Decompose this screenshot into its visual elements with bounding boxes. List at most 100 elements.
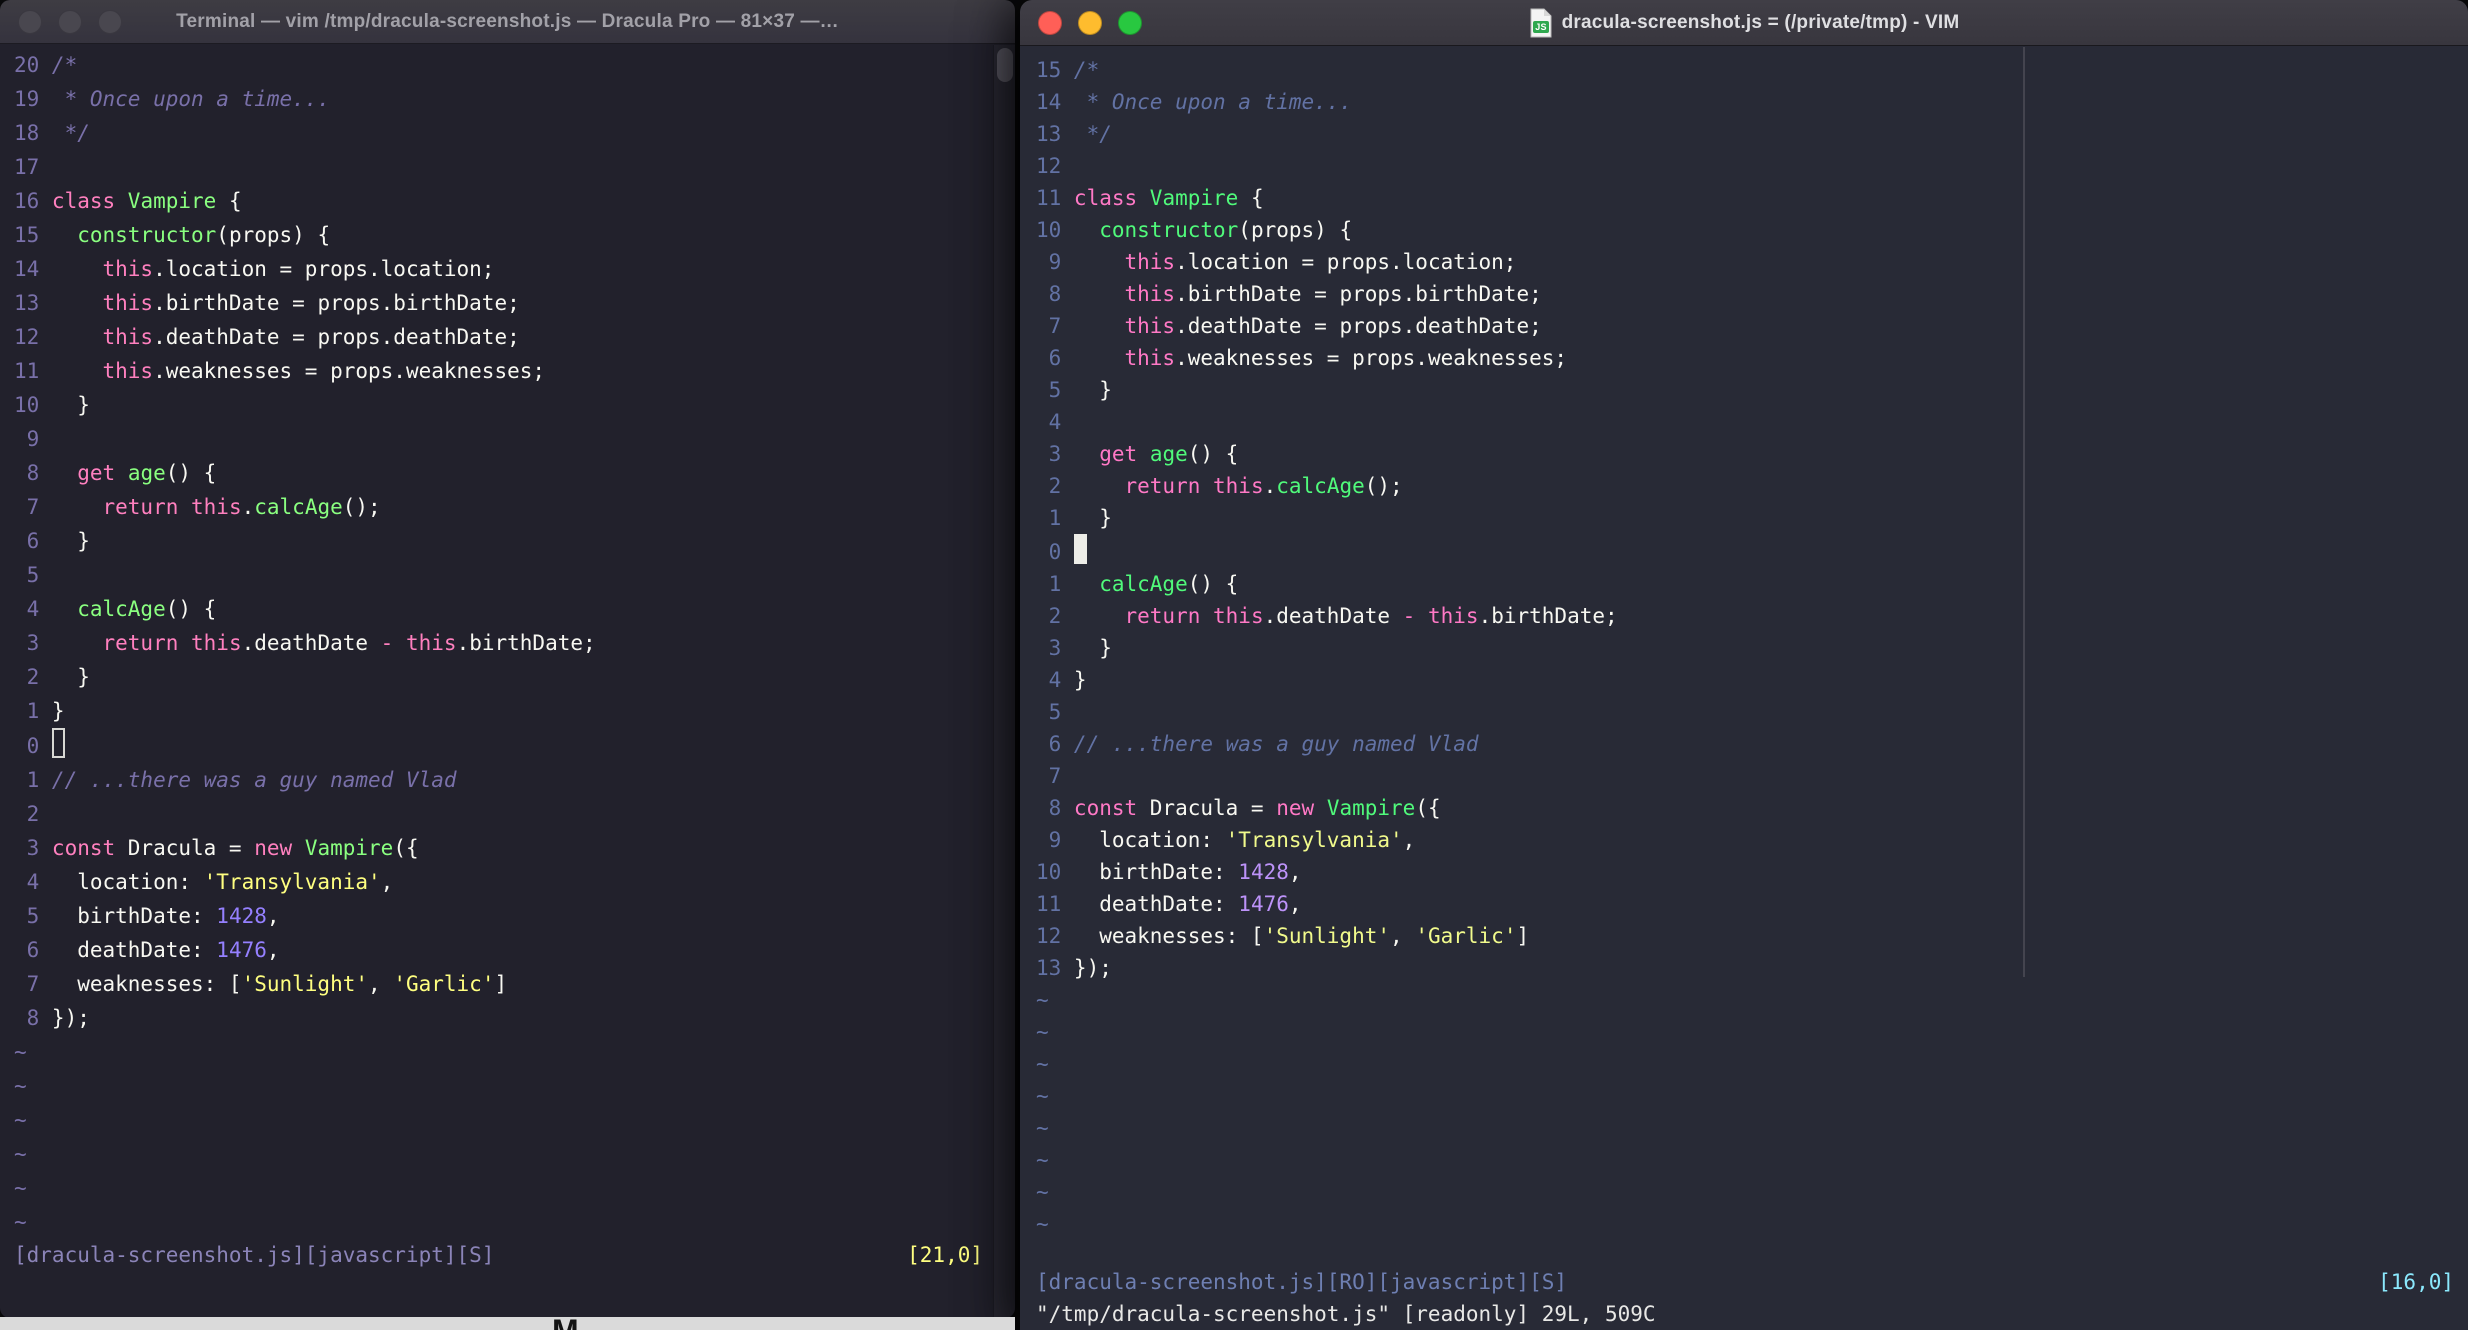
empty-line: ~ bbox=[14, 1069, 985, 1103]
line-number: 20 bbox=[14, 53, 40, 77]
code-line: 9 this.location = props.location; bbox=[1036, 246, 2444, 278]
zoom-button[interactable] bbox=[98, 9, 122, 34]
tilde-marker: ~ bbox=[1036, 1084, 1049, 1109]
code-line: 1 } bbox=[1036, 502, 2444, 534]
code-text: calcAge() { bbox=[1099, 572, 1239, 597]
terminal-window: Terminal — vim /tmp/dracula-screenshot.j… bbox=[0, 0, 1015, 1318]
tilde-marker: ~ bbox=[14, 1210, 27, 1235]
line-number: 15 bbox=[1036, 58, 1062, 82]
code-text: weaknesses: ['Sunlight', 'Garlic'] bbox=[1073, 924, 1530, 949]
code-line: 2 return this.calcAge(); bbox=[1036, 470, 2444, 502]
code-text: return this.deathDate - this.birthDate; bbox=[102, 631, 596, 655]
empty-line: ~ bbox=[1036, 1144, 2444, 1176]
line-number: 15 bbox=[14, 223, 40, 247]
code-line: 3 const Dracula = new Vampire({ bbox=[14, 831, 985, 865]
js-document-icon: JS bbox=[1530, 8, 1552, 37]
line-number: 9 bbox=[1048, 828, 1062, 853]
terminal-titlebar[interactable]: Terminal — vim /tmp/dracula-screenshot.j… bbox=[0, 0, 1015, 44]
code-line: 5 birthDate: 1428, bbox=[14, 899, 985, 933]
tilde-marker: ~ bbox=[1036, 1116, 1049, 1141]
code-text: } bbox=[51, 529, 90, 553]
line-number: 19 bbox=[14, 87, 40, 111]
code-line: 5 bbox=[14, 558, 985, 592]
code-line: 18 */ bbox=[14, 116, 985, 150]
line-number: 3 bbox=[1048, 442, 1062, 466]
line-number: 5 bbox=[26, 904, 40, 929]
code-line: 12 weaknesses: ['Sunlight', 'Garlic'] bbox=[1036, 920, 2444, 952]
macvim-titlebar[interactable]: JS dracula-screenshot.js = (/private/tmp… bbox=[1020, 0, 2468, 46]
line-number: 8 bbox=[1048, 796, 1062, 821]
background-text-fragment: M bbox=[552, 1317, 579, 1330]
empty-line: ~ bbox=[14, 1103, 985, 1137]
code-line: 7 weaknesses: ['Sunlight', 'Garlic'] bbox=[14, 967, 985, 1001]
code-text: } bbox=[1073, 506, 1112, 530]
code-line: 3 return this.deathDate - this.birthDate… bbox=[14, 626, 985, 660]
line-number: 6 bbox=[1048, 732, 1062, 757]
code-line: 7 return this.calcAge(); bbox=[14, 490, 985, 524]
code-line: 7 this.deathDate = props.deathDate; bbox=[1036, 310, 2444, 342]
close-button[interactable] bbox=[18, 9, 42, 34]
line-number: 12 bbox=[1036, 924, 1062, 949]
code-line: 4 calcAge() { bbox=[14, 592, 985, 626]
minimize-button[interactable] bbox=[1078, 10, 1102, 35]
line-number: 12 bbox=[14, 325, 40, 349]
empty-line: ~ bbox=[14, 1035, 985, 1069]
code-text: return this.calcAge(); bbox=[102, 495, 381, 519]
code-line: 0 bbox=[14, 728, 985, 763]
code-line: 4} bbox=[1036, 664, 2444, 696]
code-text: this.deathDate = props.deathDate; bbox=[102, 325, 520, 349]
code-line: 6 this.weaknesses = props.weaknesses; bbox=[1036, 342, 2444, 374]
code-line: 6 // ...there was a guy named Vlad bbox=[1036, 728, 2444, 760]
line-number: 6 bbox=[1048, 346, 1062, 370]
code-line: 12 bbox=[1036, 150, 2444, 182]
code-line: 9 bbox=[14, 422, 985, 456]
vim-cursor bbox=[1073, 534, 1087, 565]
window-title-text: dracula-screenshot.js = (/private/tmp) -… bbox=[1561, 11, 1960, 33]
close-button[interactable] bbox=[1038, 10, 1062, 35]
scrollbar-divider bbox=[2023, 47, 2025, 977]
code-text: } bbox=[1073, 668, 1087, 693]
code-text: this.weaknesses = props.weaknesses; bbox=[102, 359, 546, 383]
line-number: 12 bbox=[1036, 154, 1062, 178]
line-number: 0 bbox=[26, 734, 40, 759]
vim-cursor bbox=[52, 728, 65, 758]
line-number: 8 bbox=[26, 461, 40, 485]
line-number: 5 bbox=[1048, 378, 1062, 402]
window-title: JS dracula-screenshot.js = (/private/tmp… bbox=[1529, 8, 1960, 38]
line-number: 4 bbox=[1048, 410, 1062, 434]
scrollbar-thumb[interactable] bbox=[997, 48, 1013, 82]
empty-line: ~ bbox=[14, 1137, 985, 1171]
empty-line: ~ bbox=[14, 1171, 985, 1205]
line-number: 2 bbox=[26, 802, 40, 827]
line-number: 11 bbox=[14, 359, 40, 383]
code-line: 11 class Vampire { bbox=[1036, 182, 2444, 214]
vim-buffer-right[interactable]: 15/* 14 * Once upon a time... 13 */12 11 cla… bbox=[1036, 54, 2444, 1240]
code-text bbox=[52, 734, 65, 758]
tilde-marker: ~ bbox=[14, 1040, 27, 1065]
line-number: 8 bbox=[1048, 282, 1062, 306]
minimize-button[interactable] bbox=[58, 9, 82, 34]
line-number: 11 bbox=[1036, 892, 1062, 917]
vim-buffer-left[interactable]: 20/* 19 * Once upon a time... 18 */17 16 cla… bbox=[14, 48, 985, 1239]
code-line: 0 bbox=[1036, 534, 2444, 568]
code-text: this.deathDate = props.deathDate; bbox=[1124, 314, 1542, 338]
line-number: 10 bbox=[1036, 218, 1062, 242]
code-line: 20 /* bbox=[14, 48, 985, 82]
code-text: /* bbox=[1073, 58, 1100, 82]
code-text: this.weaknesses = props.weaknesses; bbox=[1124, 346, 1568, 370]
line-number: 14 bbox=[1036, 90, 1062, 114]
vim-statusline-left: [dracula-screenshot.js][javascript][S] [… bbox=[0, 1238, 993, 1272]
code-text: const Dracula = new Vampire({ bbox=[51, 836, 419, 861]
line-number: 3 bbox=[26, 631, 40, 655]
macvim-window: JS dracula-screenshot.js = (/private/tmp… bbox=[1020, 0, 2468, 1330]
line-number: 1 bbox=[1048, 572, 1062, 597]
line-number: 0 bbox=[1048, 540, 1062, 565]
code-text: */ bbox=[51, 121, 90, 145]
zoom-button[interactable] bbox=[1118, 10, 1142, 35]
code-text: /* bbox=[51, 53, 78, 77]
traffic-lights bbox=[1038, 0, 1142, 45]
line-number: 5 bbox=[26, 563, 40, 587]
line-number: 14 bbox=[14, 257, 40, 281]
code-line: 3 } bbox=[1036, 632, 2444, 664]
code-text: location: 'Transylvania', bbox=[1073, 828, 1416, 853]
